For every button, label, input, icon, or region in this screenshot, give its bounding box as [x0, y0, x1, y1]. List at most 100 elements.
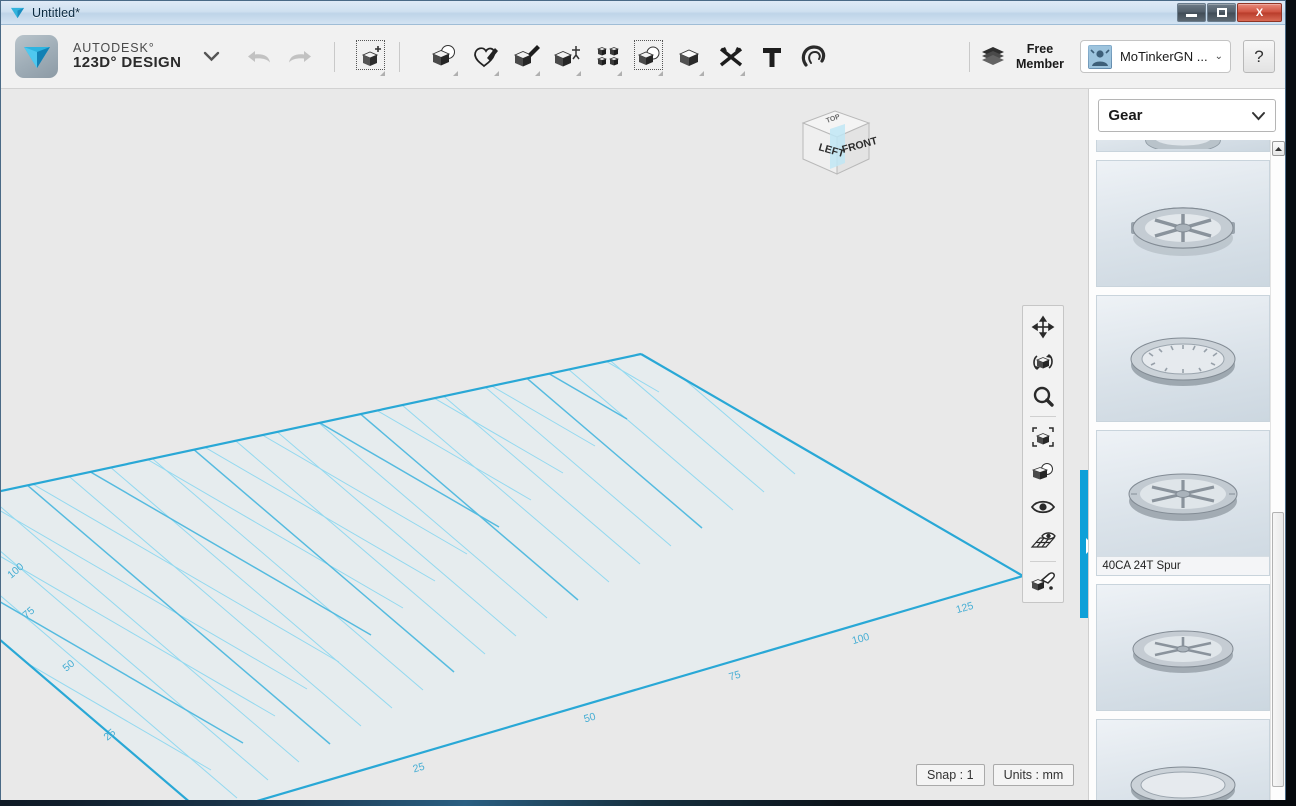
- main-window: Untitled* X AUTODESK° 123D° DESIGN Free …: [0, 0, 1286, 800]
- visibility-button[interactable]: [1023, 489, 1063, 524]
- help-button[interactable]: ?: [1243, 40, 1275, 73]
- category-dropdown[interactable]: Gear: [1098, 99, 1276, 132]
- title-bar: Untitled* X: [1, 1, 1285, 25]
- fit-to-view-icon: [1032, 426, 1055, 447]
- gear-thumbnail-art: [1097, 431, 1269, 556]
- display-mode-button[interactable]: [1023, 454, 1063, 489]
- scrollbar-thumb[interactable]: [1272, 512, 1284, 787]
- minimize-button[interactable]: [1177, 3, 1206, 22]
- gear-thumbnail-list: 40CA 24T Spur: [1096, 140, 1270, 800]
- pattern-button[interactable]: [587, 34, 628, 80]
- brand-text: AUTODESK° 123D° DESIGN: [73, 41, 181, 72]
- list-item[interactable]: [1096, 140, 1270, 152]
- scroll-up-arrow-icon[interactable]: [1271, 141, 1285, 156]
- snap-status[interactable]: Snap : 1: [916, 764, 985, 786]
- app-root: Untitled* X AUTODESK° 123D° DESIGN Free …: [0, 0, 1296, 806]
- text-button[interactable]: [751, 34, 792, 80]
- viewport-3d[interactable]: 100 75 50 25 25 50 75 100 125 LEFT FRONT…: [1, 89, 1089, 800]
- shaded-cube-icon: [1032, 462, 1054, 479]
- list-item[interactable]: [1096, 719, 1270, 800]
- chevron-down-icon-user: ⌄: [1214, 51, 1223, 62]
- autodesk-badge-icon: [15, 35, 58, 78]
- toolbar-divider: [334, 41, 336, 72]
- orbit-tool-button[interactable]: [1023, 344, 1063, 379]
- desktop-right-edge: [1286, 0, 1296, 806]
- orbit-cube-icon: [1033, 353, 1054, 370]
- fit-tool-button[interactable]: [1023, 419, 1063, 454]
- redo-button[interactable]: [279, 34, 320, 80]
- gear-thumbnail-art: [1097, 140, 1269, 151]
- snap-button[interactable]: [792, 34, 833, 80]
- panel-header: Gear: [1089, 89, 1285, 140]
- membership-block[interactable]: Free Member: [979, 42, 1064, 72]
- app-toolbar: AUTODESK° 123D° DESIGN Free Member MoTin…: [1, 25, 1285, 89]
- navigation-toolbar: [1022, 305, 1065, 603]
- grid-eye-icon: [1030, 531, 1057, 548]
- membership-line-1: Free: [1026, 41, 1054, 56]
- membership-line-2: Member: [1016, 56, 1064, 71]
- eye-icon: [1031, 500, 1056, 513]
- transform-button[interactable]: [350, 34, 391, 80]
- material-paint-icon: [1031, 571, 1056, 590]
- units-status[interactable]: Units : mm: [992, 764, 1075, 786]
- gear-spur-fine-icon: [1132, 630, 1234, 673]
- modify-button[interactable]: [546, 34, 587, 80]
- gear-spur-24t-icon: [1128, 473, 1238, 521]
- zoom-tool-button[interactable]: [1023, 379, 1063, 414]
- brand-block[interactable]: AUTODESK° 123D° DESIGN: [15, 35, 220, 78]
- construct-button[interactable]: [505, 34, 546, 80]
- grid-display-button[interactable]: [1023, 524, 1063, 559]
- pan-arrows-icon: [1031, 315, 1055, 338]
- grouping-cube-icon: [637, 46, 660, 65]
- maximize-button[interactable]: [1207, 3, 1236, 22]
- materials-button[interactable]: [1023, 564, 1063, 599]
- pattern-grid-icon: [596, 47, 619, 66]
- user-account-menu[interactable]: MoTinkerGN ... ⌄: [1079, 40, 1231, 73]
- list-item-label: 40CA 24T Spur: [1097, 556, 1269, 575]
- window-controls: X: [1177, 3, 1282, 22]
- undo-button[interactable]: [238, 34, 279, 80]
- user-avatar-icon: [1087, 44, 1112, 69]
- chevron-down-icon[interactable]: [203, 51, 220, 62]
- gear-ring-icon: [1130, 337, 1236, 386]
- grouping-button[interactable]: [628, 34, 669, 80]
- chevron-down-icon-category: [1252, 111, 1265, 120]
- list-item[interactable]: [1096, 160, 1270, 287]
- list-item[interactable]: 40CA 24T Spur: [1096, 430, 1270, 576]
- magnifier-icon: [1034, 386, 1055, 407]
- gear-thumbnail-art: [1097, 720, 1269, 800]
- panel-scrollbar[interactable]: [1270, 140, 1285, 800]
- nav-divider-2: [1030, 561, 1057, 562]
- sketch-pencil-icon: [473, 47, 498, 68]
- text-tool-icon: [762, 47, 781, 67]
- toolbar-divider-3: [969, 41, 971, 72]
- toolbar-right-cluster: Free Member MoTinkerGN ... ⌄ ?: [960, 40, 1275, 73]
- viewport-status-bar: Snap : 1 Units : mm: [916, 764, 1075, 786]
- close-button[interactable]: X: [1237, 3, 1282, 22]
- measure-tools-icon: [719, 47, 742, 67]
- view-cube[interactable]: LEFT FRONT TOP: [783, 97, 883, 192]
- measure-button[interactable]: [710, 34, 751, 80]
- list-item[interactable]: [1096, 295, 1270, 422]
- pan-tool-button[interactable]: [1023, 309, 1063, 344]
- construct-extrude-icon: [513, 45, 540, 67]
- combine-cube-icon: [678, 49, 699, 66]
- snap-magnet-icon: [801, 45, 825, 67]
- main-area: 100 75 50 25 25 50 75 100 125 LEFT FRONT…: [1, 89, 1285, 800]
- gear-ring-partial-icon: [1145, 140, 1221, 149]
- sketch-button[interactable]: [464, 34, 505, 80]
- app-logo-icon: [10, 7, 25, 18]
- gear-thumbnail-art: [1097, 161, 1269, 286]
- primitives-button[interactable]: [423, 34, 464, 80]
- history-tools: [238, 34, 320, 80]
- modify-cube-icon: [553, 46, 580, 67]
- combine-button[interactable]: [669, 34, 710, 80]
- desktop-bottom-edge: [0, 800, 1296, 806]
- transform-cube-icon: [361, 46, 381, 66]
- parts-panel: Gear 40CA 24T Spur: [1088, 89, 1285, 800]
- membership-label: Free Member: [1016, 42, 1064, 72]
- list-item[interactable]: [1096, 584, 1270, 711]
- gear-spur-icon: [1131, 206, 1236, 256]
- panel-body[interactable]: 40CA 24T Spur: [1089, 140, 1285, 800]
- nav-divider-1: [1030, 416, 1057, 417]
